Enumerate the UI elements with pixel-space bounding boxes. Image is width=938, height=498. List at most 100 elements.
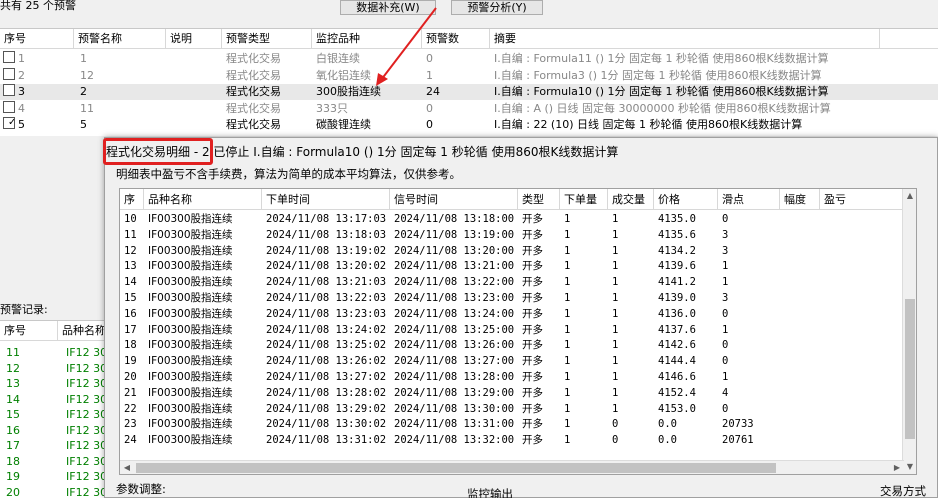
header-alert-type[interactable]: 预警类型: [222, 29, 312, 49]
detail-row[interactable]: 19 IF00300股指连续 2024/11/08 13:26:02 2024/11/…: [120, 354, 904, 370]
record-header-name[interactable]: 品种名称: [58, 321, 108, 341]
header-desc[interactable]: 说明: [166, 29, 222, 49]
alert-table-header: 序号 预警名称 说明 预警类型 监控品种 预警数 摘要: [0, 29, 938, 49]
record-row[interactable]: 11 IF12 30: [0, 345, 108, 361]
detail-row[interactable]: 13 IF00300股指连续 2024/11/08 13:20:02 2024/11/…: [120, 259, 904, 275]
record-row[interactable]: 13 IF12 30: [0, 376, 108, 392]
trade-detail-dialog: 程式化交易明细 - 2 已停止 I.自编 : Formula10 () 1分 固…: [103, 137, 938, 498]
detail-row[interactable]: 20 IF00300股指连续 2024/11/08 13:27:02 2024/11/…: [120, 370, 904, 386]
cell-order-time: 2024/11/08 13:29:02: [266, 402, 387, 415]
col-order-time[interactable]: 下单时间: [262, 189, 390, 210]
horizontal-scrollbar[interactable]: ◀ ▶: [120, 460, 904, 474]
dialog-title-prefix: 程式化交易明细 - 2: [106, 145, 210, 159]
col-pnl[interactable]: 盈亏: [820, 189, 904, 210]
record-seq: 13: [6, 377, 20, 390]
row-alert-name: 5: [80, 118, 87, 131]
record-row[interactable]: 17 IF12 30: [0, 438, 108, 454]
cell-type: 开多: [522, 386, 543, 399]
row-alert-name: 12: [80, 68, 94, 82]
cell-seq: 23: [124, 418, 137, 431]
cell-order-qty: 1: [564, 276, 571, 289]
record-row[interactable]: 18 IF12 30: [0, 454, 108, 470]
cell-seq: 12: [124, 244, 137, 257]
record-name: IF12 30: [66, 423, 108, 437]
cell-type: 开多: [522, 418, 543, 431]
monitor-output-label: 监控输出: [467, 487, 513, 498]
data-supplement-button[interactable]: 数据补充(W): [340, 0, 436, 15]
detail-row[interactable]: 14 IF00300股指连续 2024/11/08 13:21:03 2024/11/…: [120, 275, 904, 291]
cell-name: IF00300股指连续: [148, 339, 233, 352]
cell-price: 4136.0: [658, 307, 696, 320]
record-row[interactable]: 19 IF12 30: [0, 469, 108, 485]
col-amplitude[interactable]: 幅度: [780, 189, 820, 210]
scroll-right-arrow-icon[interactable]: ▶: [890, 461, 904, 474]
cell-order-time: 2024/11/08 13:23:03: [266, 307, 387, 320]
alert-analysis-button[interactable]: 预警分析(Y): [451, 0, 543, 15]
alert-row[interactable]: ✓55程式化交易碳酸锂连续0I.自编 : 22 (10) 日线 固定每 1 秒轮…: [0, 117, 938, 133]
detail-row[interactable]: 11 IF00300股指连续 2024/11/08 13:18:03 2024/11/…: [120, 228, 904, 244]
row-alert-type: 程式化交易: [226, 68, 281, 82]
cell-name: IF00300股指连续: [148, 371, 233, 383]
col-signal-time[interactable]: 信号时间: [390, 189, 518, 210]
detail-row[interactable]: 15 IF00300股指连续 2024/11/08 13:22:03 2024/11/…: [120, 291, 904, 307]
header-seq[interactable]: 序号: [0, 29, 74, 49]
detail-row[interactable]: 16 IF00300股指连续 2024/11/08 13:23:03 2024/11/…: [120, 307, 904, 323]
cell-slippage: 1: [722, 323, 729, 336]
record-row[interactable]: 14 IF12 30: [0, 392, 108, 408]
scroll-left-arrow-icon[interactable]: ◀: [120, 461, 134, 474]
cell-price: 4146.6: [658, 371, 696, 383]
record-row[interactable]: 12 IF12 30: [0, 361, 108, 377]
scroll-up-arrow-icon[interactable]: ▲: [903, 189, 916, 203]
col-price[interactable]: 价格: [654, 189, 718, 210]
vertical-scrollbar[interactable]: ▲ ▼: [902, 189, 916, 474]
col-slippage[interactable]: 滑点: [718, 189, 780, 210]
cell-order-qty: 1: [564, 323, 571, 336]
col-seq[interactable]: 序: [120, 189, 144, 210]
cell-filled-qty: 1: [612, 339, 619, 352]
cell-order-qty: 1: [564, 418, 571, 431]
detail-row[interactable]: 17 IF00300股指连续 2024/11/08 13:24:02 2024/11/…: [120, 323, 904, 339]
detail-row[interactable]: 10 IF00300股指连续 2024/11/08 13:17:03 2024/11/…: [120, 212, 904, 228]
detail-row[interactable]: 24 IF00300股指连续 2024/11/08 13:31:02 2024/11/…: [120, 433, 904, 449]
detail-row[interactable]: 18 IF00300股指连续 2024/11/08 13:25:02 2024/11/…: [120, 338, 904, 354]
alert-row[interactable]: 2 12 程式化交易 氧化铝连续 1 I.自编 : Formula3 () 1分 固定每 …: [0, 67, 938, 84]
header-summary[interactable]: 摘要: [490, 29, 880, 49]
record-header-seq[interactable]: 序号: [0, 321, 58, 341]
cell-order-qty: 1: [564, 244, 571, 257]
alert-row[interactable]: 4 11 程式化交易 333只 0 I.自编 : A () 日线 固定每 30000000…: [0, 100, 938, 117]
alert-row[interactable]: 1 1 程式化交易 白银连续 0 I.自编 : Formula11 () 1分 固定每 1…: [0, 51, 938, 67]
detail-table-header: 序 品种名称 下单时间 信号时间 类型 下单量 成交量 价格 滑点 幅度 盈亏: [120, 189, 904, 210]
horizontal-scroll-thumb[interactable]: [136, 463, 776, 473]
detail-row[interactable]: 12 IF00300股指连续 2024/11/08 13:19:02 2024/11/…: [120, 244, 904, 260]
col-filled-qty[interactable]: 成交量: [608, 189, 654, 210]
header-variety[interactable]: 监控品种: [312, 29, 422, 49]
cell-signal-time: 2024/11/08 13:23:00: [394, 292, 515, 304]
record-row[interactable]: 16 IF12 30: [0, 423, 108, 439]
vertical-scroll-thumb[interactable]: [905, 299, 915, 439]
cell-signal-time: 2024/11/08 13:27:00: [394, 355, 515, 368]
row-alert-type: 程式化交易: [226, 118, 281, 131]
record-row[interactable]: 15 IF12 30: [0, 407, 108, 423]
cell-price: 4153.0: [658, 402, 696, 415]
detail-row[interactable]: 21 IF00300股指连续 2024/11/08 13:28:02 2024/11/…: [120, 386, 904, 402]
alert-row[interactable]: 3 2 程式化交易 300股指连续 24 I.自编 : Formula10 () 1分 固…: [0, 84, 938, 100]
cell-price: 0.0: [658, 418, 677, 431]
cell-signal-time: 2024/11/08 13:20:00: [394, 244, 515, 257]
row-alert-type: 程式化交易: [226, 85, 281, 98]
cell-slippage: 3: [722, 228, 729, 241]
col-name[interactable]: 品种名称: [144, 189, 262, 210]
cell-price: 0.0: [658, 434, 677, 447]
scroll-down-arrow-icon[interactable]: ▼: [903, 460, 916, 474]
row-alert-name: 11: [80, 101, 94, 115]
cell-name: IF00300股指连续: [148, 292, 233, 304]
detail-row[interactable]: 22 IF00300股指连续 2024/11/08 13:29:02 2024/11/…: [120, 402, 904, 418]
col-type[interactable]: 类型: [518, 189, 560, 210]
cell-slippage: 0: [722, 339, 729, 352]
header-alert-name[interactable]: 预警名称: [74, 29, 166, 49]
detail-row[interactable]: 23 IF00300股指连续 2024/11/08 13:30:02 2024/11/…: [120, 417, 904, 433]
header-alert-count[interactable]: 预警数: [422, 29, 490, 49]
col-order-qty[interactable]: 下单量: [560, 189, 608, 210]
record-row[interactable]: 20 IF12 30: [0, 485, 108, 498]
cell-order-time: 2024/11/08 13:21:03: [266, 276, 387, 289]
record-name: IF12 30: [66, 485, 108, 498]
